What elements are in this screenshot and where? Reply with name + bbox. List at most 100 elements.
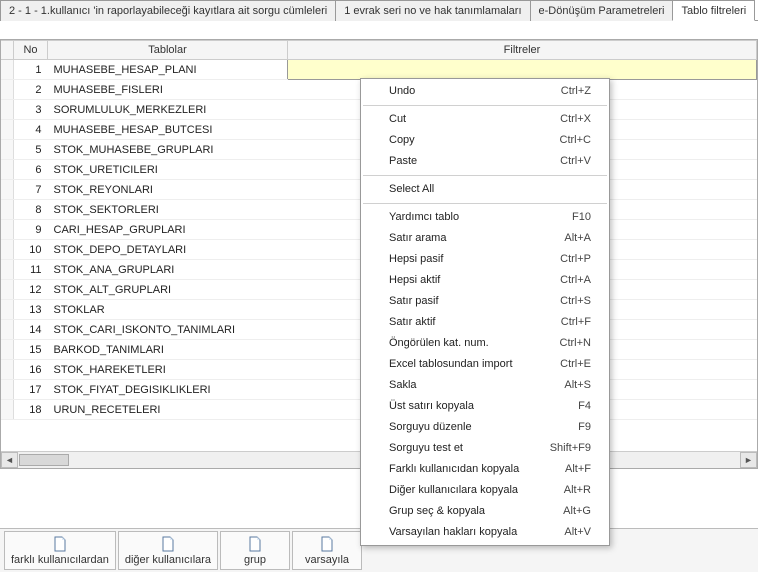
- scroll-thumb[interactable]: [19, 454, 69, 466]
- menu-item[interactable]: Excel tablosundan importCtrl+E: [361, 354, 609, 375]
- menu-item-label: Copy: [389, 133, 415, 148]
- menu-item-label: Sakla: [389, 378, 417, 393]
- menu-item[interactable]: Yardımcı tabloF10: [361, 207, 609, 228]
- tab-3[interactable]: Tablo filtreleri: [672, 0, 755, 21]
- menu-item-shortcut: Alt+V: [564, 525, 591, 540]
- toolbar-button-0[interactable]: farklı kullanıcılardan: [4, 531, 116, 570]
- tab-bar: 2 - 1 - 1.kullanıcı 'in raporlayabileceğ…: [0, 0, 758, 21]
- row-handle[interactable]: [1, 120, 14, 140]
- row-handle[interactable]: [1, 180, 14, 200]
- cell-table-name: STOK_SEKTORLERI: [48, 200, 288, 220]
- toolbar-button-label: grup: [244, 554, 266, 566]
- cell-no: 11: [14, 260, 48, 280]
- menu-item[interactable]: Hepsi pasifCtrl+P: [361, 249, 609, 270]
- menu-item-shortcut: F9: [578, 420, 591, 435]
- menu-item-shortcut: Ctrl+X: [560, 112, 591, 127]
- row-handle[interactable]: [1, 320, 14, 340]
- scroll-right-arrow[interactable]: ►: [740, 452, 757, 468]
- cell-table-name: CARI_HESAP_GRUPLARI: [48, 220, 288, 240]
- cell-no: 18: [14, 400, 48, 420]
- menu-item-shortcut: Alt+S: [564, 378, 591, 393]
- toolbar-button-label: farklı kullanıcılardan: [11, 554, 109, 566]
- row-handle[interactable]: [1, 60, 14, 80]
- document-icon: [319, 536, 335, 552]
- tab-0[interactable]: 2 - 1 - 1.kullanıcı 'in raporlayabileceğ…: [0, 0, 336, 21]
- menu-item-label: Satır pasif: [389, 294, 439, 309]
- menu-item[interactable]: PasteCtrl+V: [361, 151, 609, 172]
- menu-separator: [363, 175, 607, 176]
- cell-table-name: BARKOD_TANIMLARI: [48, 340, 288, 360]
- row-handle[interactable]: [1, 360, 14, 380]
- row-handle[interactable]: [1, 80, 14, 100]
- row-handle[interactable]: [1, 340, 14, 360]
- menu-item[interactable]: Undo Ctrl+Z: [361, 81, 609, 102]
- menu-item[interactable]: Sorguyu test etShift+F9: [361, 438, 609, 459]
- menu-item-shortcut: F10: [572, 210, 591, 225]
- menu-item-shortcut: Ctrl+V: [560, 154, 591, 169]
- menu-item-shortcut: F4: [578, 399, 591, 414]
- menu-item[interactable]: Diğer kullanıcılara kopyalaAlt+R: [361, 480, 609, 501]
- table-row[interactable]: 1MUHASEBE_HESAP_PLANI: [1, 60, 757, 80]
- column-header-tablolar[interactable]: Tablolar: [48, 41, 288, 60]
- menu-item-shortcut: Shift+F9: [550, 441, 591, 456]
- menu-item[interactable]: Cut Ctrl+X: [361, 109, 609, 130]
- row-handle[interactable]: [1, 140, 14, 160]
- menu-item-label: Undo: [389, 84, 415, 99]
- scroll-left-arrow[interactable]: ◄: [1, 452, 18, 468]
- menu-item-shortcut: Alt+R: [564, 483, 591, 498]
- menu-item-shortcut: Alt+A: [564, 231, 591, 246]
- row-handle[interactable]: [1, 300, 14, 320]
- cell-no: 6: [14, 160, 48, 180]
- menu-item-label: Öngörülen kat. num.: [389, 336, 489, 351]
- tab-2[interactable]: e-Dönüşüm Parametreleri: [530, 0, 674, 21]
- row-handle[interactable]: [1, 100, 14, 120]
- menu-item-label: Hepsi aktif: [389, 273, 440, 288]
- context-menu: Undo Ctrl+Z Cut Ctrl+X Copy Ctrl+C PasteCtrl+V…: [360, 78, 610, 546]
- row-handle[interactable]: [1, 160, 14, 180]
- cell-table-name: STOK_REYONLARI: [48, 180, 288, 200]
- row-handle[interactable]: [1, 200, 14, 220]
- menu-item-label: Satır arama: [389, 231, 446, 246]
- menu-item-shortcut: Ctrl+Z: [561, 84, 591, 99]
- cell-no: 15: [14, 340, 48, 360]
- column-header-filtreler[interactable]: Filtreler: [288, 41, 757, 60]
- menu-item-shortcut: Ctrl+C: [560, 133, 591, 148]
- toolbar-button-3[interactable]: varsayıla: [292, 531, 362, 570]
- cell-filter[interactable]: [288, 60, 757, 80]
- row-handle[interactable]: [1, 380, 14, 400]
- cell-table-name: MUHASEBE_HESAP_PLANI: [48, 60, 288, 80]
- menu-item[interactable]: Select All: [361, 179, 609, 200]
- toolbar-button-1[interactable]: diğer kullanıcılara: [118, 531, 218, 570]
- row-handle[interactable]: [1, 220, 14, 240]
- menu-item-label: Varsayılan hakları kopyala: [389, 525, 517, 540]
- menu-item-shortcut: Ctrl+S: [560, 294, 591, 309]
- menu-item[interactable]: Üst satırı kopyalaF4: [361, 396, 609, 417]
- row-handle[interactable]: [1, 400, 14, 420]
- toolbar-button-label: varsayıla: [305, 554, 349, 566]
- toolbar-button-2[interactable]: grup: [220, 531, 290, 570]
- menu-item[interactable]: Hepsi aktifCtrl+A: [361, 270, 609, 291]
- tab-1[interactable]: 1 evrak seri no ve hak tanımlamaları: [335, 0, 530, 21]
- menu-item[interactable]: Sorguyu düzenleF9: [361, 417, 609, 438]
- menu-item[interactable]: Sakla Alt+S: [361, 375, 609, 396]
- row-handle[interactable]: [1, 280, 14, 300]
- cell-no: 4: [14, 120, 48, 140]
- menu-item[interactable]: Varsayılan hakları kopyala Alt+V: [361, 522, 609, 543]
- menu-item[interactable]: Grup seç & kopyalaAlt+G: [361, 501, 609, 522]
- menu-item[interactable]: Satır arama Alt+A: [361, 228, 609, 249]
- column-header-no[interactable]: No: [14, 41, 48, 60]
- menu-item[interactable]: Satır pasif Ctrl+S: [361, 291, 609, 312]
- menu-item[interactable]: Öngörülen kat. num.Ctrl+N: [361, 333, 609, 354]
- document-icon: [160, 536, 176, 552]
- menu-item[interactable]: Farklı kullanıcıdan kopyalaAlt+F: [361, 459, 609, 480]
- cell-table-name: STOK_MUHASEBE_GRUPLARI: [48, 140, 288, 160]
- menu-item[interactable]: Satır aktifCtrl+F: [361, 312, 609, 333]
- cell-no: 1: [14, 60, 48, 80]
- cell-no: 9: [14, 220, 48, 240]
- row-handle[interactable]: [1, 260, 14, 280]
- menu-item-label: Cut: [389, 112, 406, 127]
- menu-item-label: Hepsi pasif: [389, 252, 443, 267]
- cell-no: 3: [14, 100, 48, 120]
- row-handle[interactable]: [1, 240, 14, 260]
- menu-item[interactable]: Copy Ctrl+C: [361, 130, 609, 151]
